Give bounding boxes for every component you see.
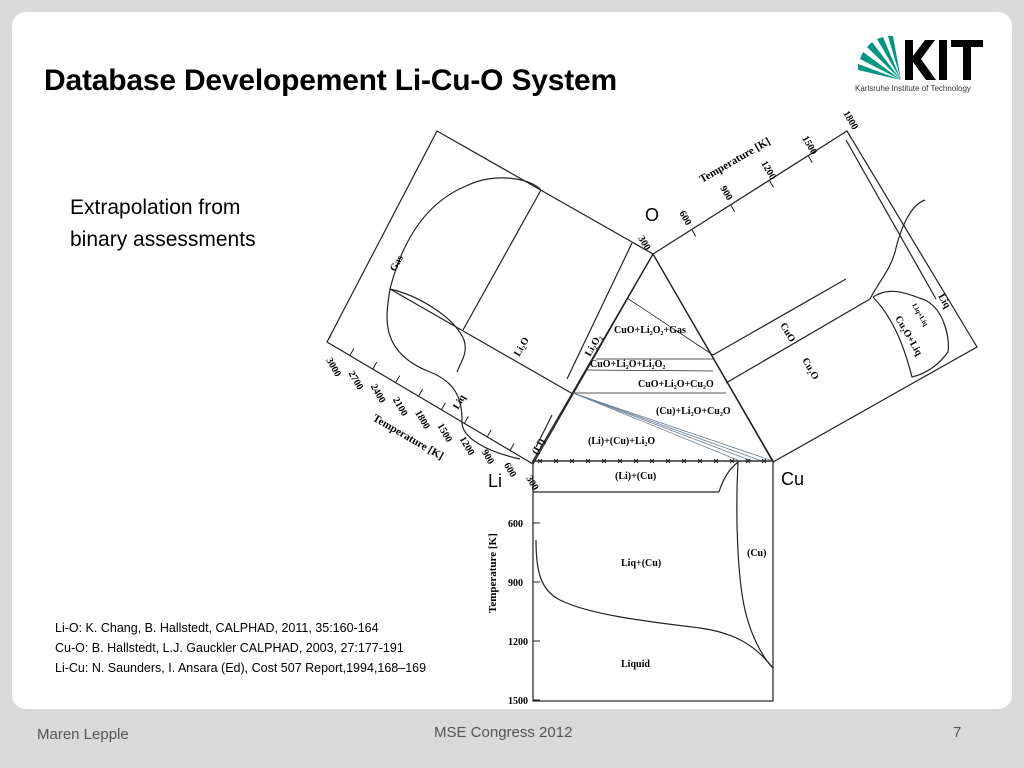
li-cu-phase-label: Liq+(Cu) bbox=[621, 558, 661, 569]
li-o-tick-label: 2700 bbox=[346, 369, 366, 392]
li-o-phase-line bbox=[389, 288, 574, 395]
li-o-tick-mark bbox=[441, 402, 446, 411]
li-o-phase-label: Liq bbox=[451, 393, 468, 412]
cu-o-tick-mark bbox=[846, 130, 852, 139]
li-o-tick-label: 3000 bbox=[323, 356, 343, 379]
ternary-region-label: CuO+Li₂O+Li₂O₂ bbox=[590, 359, 665, 370]
footer-event: MSE Congress 2012 bbox=[434, 724, 573, 741]
cu-o-tick-mark bbox=[807, 155, 813, 163]
li-o-tick-mark bbox=[418, 388, 423, 397]
tie-line bbox=[586, 369, 714, 372]
li-o-phase-label: Gas bbox=[388, 253, 406, 273]
cu-o-phase-label: Liq+Liq bbox=[910, 302, 929, 328]
ternary-region-label: CuO+Li₂O+Cu₂O bbox=[638, 379, 714, 390]
ternary-region-label: (Cu)+Li₂O+Cu₂O bbox=[656, 406, 731, 417]
cu-o-tick-mark bbox=[768, 179, 774, 188]
references: Li-O: K. Chang, B. Hallstedt, CALPHAD, 2… bbox=[55, 618, 426, 678]
li-cu-panel bbox=[532, 460, 774, 702]
cu-o-tick-mark bbox=[652, 253, 658, 262]
triangle-frame bbox=[531, 252, 775, 462]
cu-o-phase-label: Liq bbox=[935, 292, 952, 311]
li-cu-tick-label: 1500 bbox=[508, 696, 528, 707]
footer-page-number: 7 bbox=[953, 724, 962, 741]
cu-o-tick-label: 300 bbox=[635, 234, 652, 252]
ternary-triangle bbox=[531, 252, 775, 462]
cu-o-tick-label: 900 bbox=[717, 184, 734, 202]
li-o-tick-mark bbox=[349, 348, 355, 356]
cu-o-phase-label: CuO bbox=[777, 321, 797, 344]
cu-o-phase-line bbox=[725, 298, 871, 384]
li-cu-phase-label: (Cu) bbox=[747, 548, 766, 559]
footer-author: Maren Lepple bbox=[37, 726, 129, 743]
reference-item: Li-Cu: N. Saunders, I. Ansara (Ed), Cost… bbox=[55, 661, 427, 675]
li-o-phase-label: Li₂O bbox=[512, 335, 532, 358]
corner-label-cu: Cu bbox=[781, 469, 804, 489]
tie-line bbox=[572, 392, 774, 462]
li-cu-axis-title: Temperature [K] bbox=[487, 533, 499, 613]
ternary-region-label: CuO+Li₂O₂+Gas bbox=[614, 325, 686, 336]
li-o-phase-line bbox=[462, 189, 542, 331]
li-o-tick-label: 2100 bbox=[390, 395, 410, 418]
li-o-tick-mark bbox=[463, 416, 469, 424]
li-o-tick-label: 2400 bbox=[368, 382, 388, 405]
ternary-region-label: (Li)+(Cu)+Li₂O bbox=[588, 436, 655, 447]
li-o-gas-boundary bbox=[389, 177, 542, 290]
cu-o-tick-mark bbox=[730, 204, 736, 213]
li-o-liq-boundary-2 bbox=[389, 288, 466, 373]
tie-line bbox=[572, 392, 753, 462]
li-cu-tick-label: 900 bbox=[508, 578, 523, 589]
li-o-tick-label: 1500 bbox=[435, 422, 455, 445]
li-o-axis-title: Temperature [K] bbox=[371, 412, 446, 462]
li-o-tick-mark bbox=[372, 361, 378, 370]
li-o-tick-mark bbox=[395, 375, 401, 383]
corner-label-o: O bbox=[645, 205, 659, 225]
li-cu-tick-label: 1200 bbox=[508, 637, 528, 648]
corner-label-li: Li bbox=[488, 471, 502, 491]
li-cu-tick-label: 600 bbox=[508, 519, 523, 530]
cu-o-tick-label: 600 bbox=[676, 209, 693, 227]
li-cu-liquidus bbox=[718, 461, 739, 493]
tie-line bbox=[572, 392, 763, 462]
reference-item: Cu-O: B. Hallstedt, L.J. Gauckler CALPHA… bbox=[55, 641, 404, 655]
li-o-tick-mark bbox=[509, 443, 515, 451]
tie-line bbox=[572, 392, 741, 462]
reference-item: Li-O: K. Chang, B. Hallstedt, CALPHAD, 2… bbox=[55, 621, 379, 635]
cu-o-tick-mark bbox=[691, 229, 697, 237]
cu-o-axis-title: Temperature [K] bbox=[698, 135, 773, 185]
li-cu-phase-label: (Li)+(Cu) bbox=[615, 471, 656, 482]
li-o-tick-label: 300 bbox=[523, 474, 540, 492]
cu-o-tick-label: 1500 bbox=[799, 134, 819, 157]
cu-o-tick-label: 1800 bbox=[840, 109, 860, 132]
cu-o-phase-line bbox=[845, 139, 937, 300]
li-cu-phase-label: Liquid bbox=[621, 659, 650, 670]
cu-o-phase-line bbox=[712, 278, 847, 356]
li-o-tick-mark bbox=[326, 334, 332, 343]
cu-o-phase-label: Cu₂O bbox=[799, 356, 820, 382]
li-o-tick-label: 600 bbox=[501, 461, 518, 479]
li-cu-solvus bbox=[736, 461, 774, 669]
li-o-tick-label: 1200 bbox=[457, 435, 477, 458]
li-o-tick-label: 1800 bbox=[412, 408, 432, 431]
li-o-tick-mark bbox=[486, 429, 492, 438]
cu-o-tick-label: 1200 bbox=[758, 159, 778, 182]
